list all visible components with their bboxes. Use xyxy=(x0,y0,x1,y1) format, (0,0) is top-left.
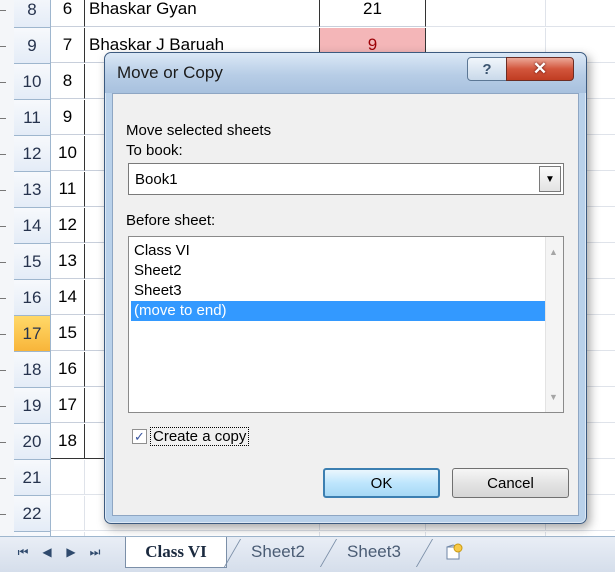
tab-sheet3[interactable]: Sheet3 xyxy=(334,537,414,567)
create-copy-checkbox[interactable]: ✓ xyxy=(132,429,147,444)
before-sheet-label: Before sheet: xyxy=(126,212,216,229)
tab-class-vi[interactable]: Class VI xyxy=(125,537,227,568)
cell-b[interactable]: Bhaskar Gyan xyxy=(85,0,320,27)
help-button[interactable]: ? xyxy=(467,57,507,81)
row-header[interactable]: 14 xyxy=(14,208,51,244)
ruler-tick xyxy=(0,478,6,479)
row-header[interactable]: 8 xyxy=(14,0,51,28)
left-ruler xyxy=(0,0,15,536)
list-item[interactable]: Sheet2 xyxy=(131,261,547,281)
row-header[interactable]: 15 xyxy=(14,244,51,280)
ruler-tick xyxy=(0,154,6,155)
cell-a[interactable]: 11 xyxy=(51,172,85,207)
row-header[interactable]: 16 xyxy=(14,280,51,316)
cell-a[interactable]: 16 xyxy=(51,352,85,387)
cell-a[interactable]: 9 xyxy=(51,100,85,135)
move-or-copy-dialog: Move or Copy ? ✕ Move selected sheets To… xyxy=(104,52,587,524)
row-header[interactable]: 13 xyxy=(14,172,51,208)
next-sheet-nav-icon[interactable]: ▶ xyxy=(64,545,78,560)
list-scrollbar[interactable]: ▲ ▼ xyxy=(545,237,563,412)
ruler-tick xyxy=(0,10,6,11)
ruler-tick xyxy=(0,370,6,371)
insert-sheet-icon[interactable] xyxy=(444,543,464,561)
tab-sheet2[interactable]: Sheet2 xyxy=(238,537,318,567)
create-copy-label[interactable]: Create a copy xyxy=(150,427,250,446)
row-header[interactable]: 18 xyxy=(14,352,51,388)
cell-a[interactable]: 17 xyxy=(51,388,85,423)
row-header[interactable]: 10 xyxy=(14,64,51,100)
table-row: 8 6 Bhaskar Gyan 21 xyxy=(14,0,615,28)
ruler-tick xyxy=(0,298,6,299)
last-sheet-nav-icon[interactable]: ⏭ xyxy=(88,545,102,560)
ruler-tick xyxy=(0,514,6,515)
row-header[interactable]: 21 xyxy=(14,460,51,496)
cell-a[interactable]: 18 xyxy=(51,424,85,459)
cell-a[interactable]: 6 xyxy=(51,0,85,27)
scroll-down-icon[interactable]: ▼ xyxy=(549,392,558,402)
cell-a[interactable]: 12 xyxy=(51,208,85,243)
ruler-tick xyxy=(0,334,6,335)
ruler-tick xyxy=(0,118,6,119)
cell-a[interactable]: 10 xyxy=(51,136,85,171)
to-book-select[interactable]: Book1 ▼ xyxy=(128,163,564,195)
cell-c[interactable]: 21 xyxy=(320,0,426,27)
to-book-label: To book: xyxy=(126,142,183,159)
chevron-down-icon[interactable]: ▼ xyxy=(539,166,561,192)
ruler-tick xyxy=(0,82,6,83)
cell-a[interactable] xyxy=(51,460,85,495)
cell-a[interactable]: 7 xyxy=(51,28,85,63)
cell-empty[interactable] xyxy=(546,0,615,27)
row-header[interactable]: 12 xyxy=(14,136,51,172)
before-sheet-list[interactable]: Class VI Sheet2 Sheet3 (move to end) ▲ ▼ xyxy=(128,236,564,413)
cell-a[interactable]: 15 xyxy=(51,316,85,351)
cell-a[interactable]: 13 xyxy=(51,244,85,279)
row-header[interactable]: 17 xyxy=(14,316,51,352)
dialog-body: Move selected sheets To book: Book1 ▼ Be… xyxy=(112,93,579,516)
prev-sheet-nav-icon[interactable]: ◀ xyxy=(40,545,54,560)
scroll-up-icon[interactable]: ▲ xyxy=(549,247,558,257)
ruler-tick xyxy=(0,46,6,47)
ruler-tick xyxy=(0,406,6,407)
cell-empty[interactable] xyxy=(426,0,546,27)
ruler-tick xyxy=(0,262,6,263)
list-item-selected[interactable]: (move to end) xyxy=(131,301,547,321)
dialog-titlebar[interactable]: Move or Copy ? ✕ xyxy=(105,53,586,93)
tab-navigation: ⏮ ◀ ▶ ⏭ xyxy=(16,545,102,560)
row-header[interactable]: 20 xyxy=(14,424,51,460)
row-header[interactable]: 22 xyxy=(14,496,51,532)
list-item[interactable]: Sheet3 xyxy=(131,281,547,301)
row-header[interactable]: 19 xyxy=(14,388,51,424)
cell-a[interactable]: 8 xyxy=(51,64,85,99)
dialog-title: Move or Copy xyxy=(117,63,223,82)
cell-a[interactable] xyxy=(51,496,85,531)
to-book-value: Book1 xyxy=(135,171,178,188)
cancel-button[interactable]: Cancel xyxy=(452,468,569,498)
row-header[interactable]: 9 xyxy=(14,28,51,64)
close-button[interactable]: ✕ xyxy=(506,57,574,81)
ok-button[interactable]: OK xyxy=(323,468,440,498)
tab-divider xyxy=(415,539,434,567)
ruler-tick xyxy=(0,442,6,443)
move-selected-label: Move selected sheets xyxy=(126,122,272,139)
first-sheet-nav-icon[interactable]: ⏮ xyxy=(16,545,30,560)
list-item[interactable]: Class VI xyxy=(131,241,547,261)
sheet-tab-bar: ⏮ ◀ ▶ ⏭ Class VI Sheet2 Sheet3 xyxy=(0,536,615,572)
ruler-tick xyxy=(0,226,6,227)
ruler-tick xyxy=(0,190,6,191)
cell-a[interactable]: 14 xyxy=(51,280,85,315)
row-header[interactable]: 11 xyxy=(14,100,51,136)
